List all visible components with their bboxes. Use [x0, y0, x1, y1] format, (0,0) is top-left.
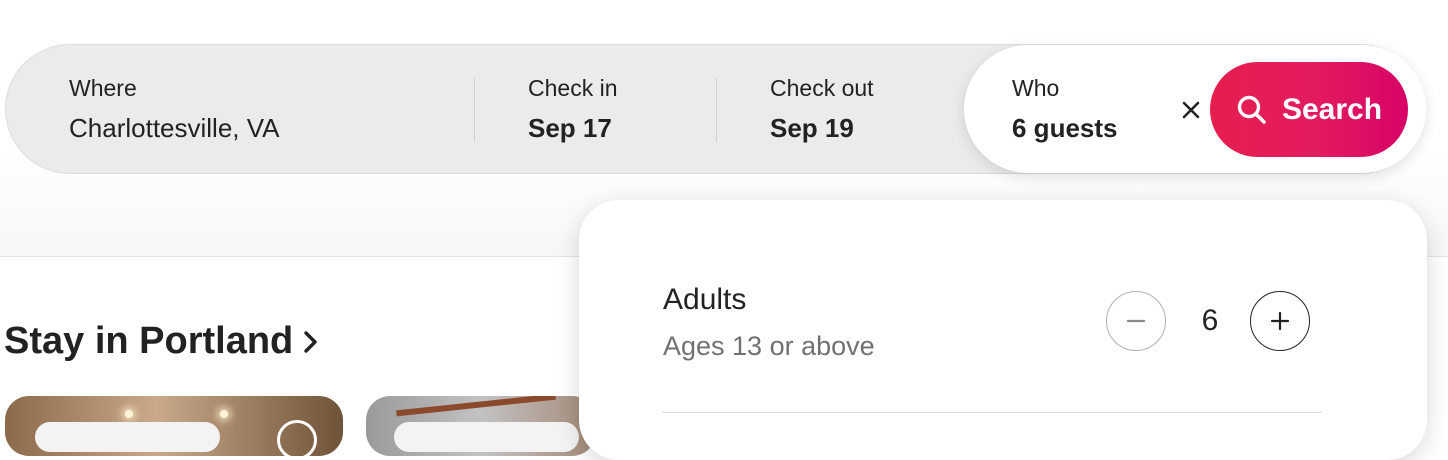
heart-icon[interactable]	[277, 420, 317, 456]
who-label: Who	[1012, 75, 1060, 101]
who-value: 6 guests	[1012, 113, 1118, 143]
where-label: Where	[69, 75, 137, 101]
ceiling-light	[125, 410, 133, 418]
where-value: Charlottesville, VA	[69, 113, 280, 143]
check-out-label: Check out	[770, 75, 874, 101]
where-field[interactable]: Where Charlottesville, VA	[69, 45, 469, 173]
check-in-label: Check in	[528, 75, 618, 101]
check-out-value: Sep 19	[770, 113, 854, 143]
adults-subtitle: Ages 13 or above	[663, 331, 875, 361]
listing-card[interactable]	[366, 396, 596, 456]
minus-icon	[1126, 319, 1146, 323]
guests-dropdown: Adults Ages 13 or above 6	[579, 200, 1427, 460]
clear-guests-button[interactable]	[1174, 93, 1208, 127]
section-title-link[interactable]: Stay in Portland	[4, 320, 319, 363]
guest-favorite-badge	[394, 422, 579, 452]
divider	[474, 78, 475, 142]
who-segment[interactable]: Who 6 guests	[1012, 45, 1172, 173]
search-icon	[1237, 95, 1266, 124]
adults-count: 6	[1201, 304, 1219, 337]
listing-card[interactable]	[5, 396, 343, 456]
adults-title: Adults	[663, 283, 747, 316]
adults-decrement-button[interactable]	[1106, 291, 1166, 351]
check-out-field[interactable]: Check out Sep 19	[770, 45, 950, 173]
chevron-right-icon	[304, 330, 317, 353]
guest-favorite-badge	[35, 422, 220, 452]
search-button-label: Search	[1281, 92, 1383, 126]
search-bar: Where Charlottesville, VA Check in Sep 1…	[5, 44, 1426, 174]
close-icon	[1182, 101, 1200, 119]
who-field[interactable]: Who 6 guests Search	[964, 45, 1426, 173]
ceiling-light	[220, 410, 228, 418]
search-button[interactable]: Search	[1210, 62, 1408, 157]
row-divider	[662, 412, 1322, 413]
divider	[716, 78, 717, 142]
check-in-value: Sep 17	[528, 113, 612, 143]
check-in-field[interactable]: Check in Sep 17	[528, 45, 708, 173]
adults-increment-button[interactable]	[1250, 291, 1310, 351]
plus-icon	[1270, 311, 1290, 331]
ceiling-beam	[396, 396, 556, 417]
section-title: Stay in Portland	[4, 320, 294, 362]
